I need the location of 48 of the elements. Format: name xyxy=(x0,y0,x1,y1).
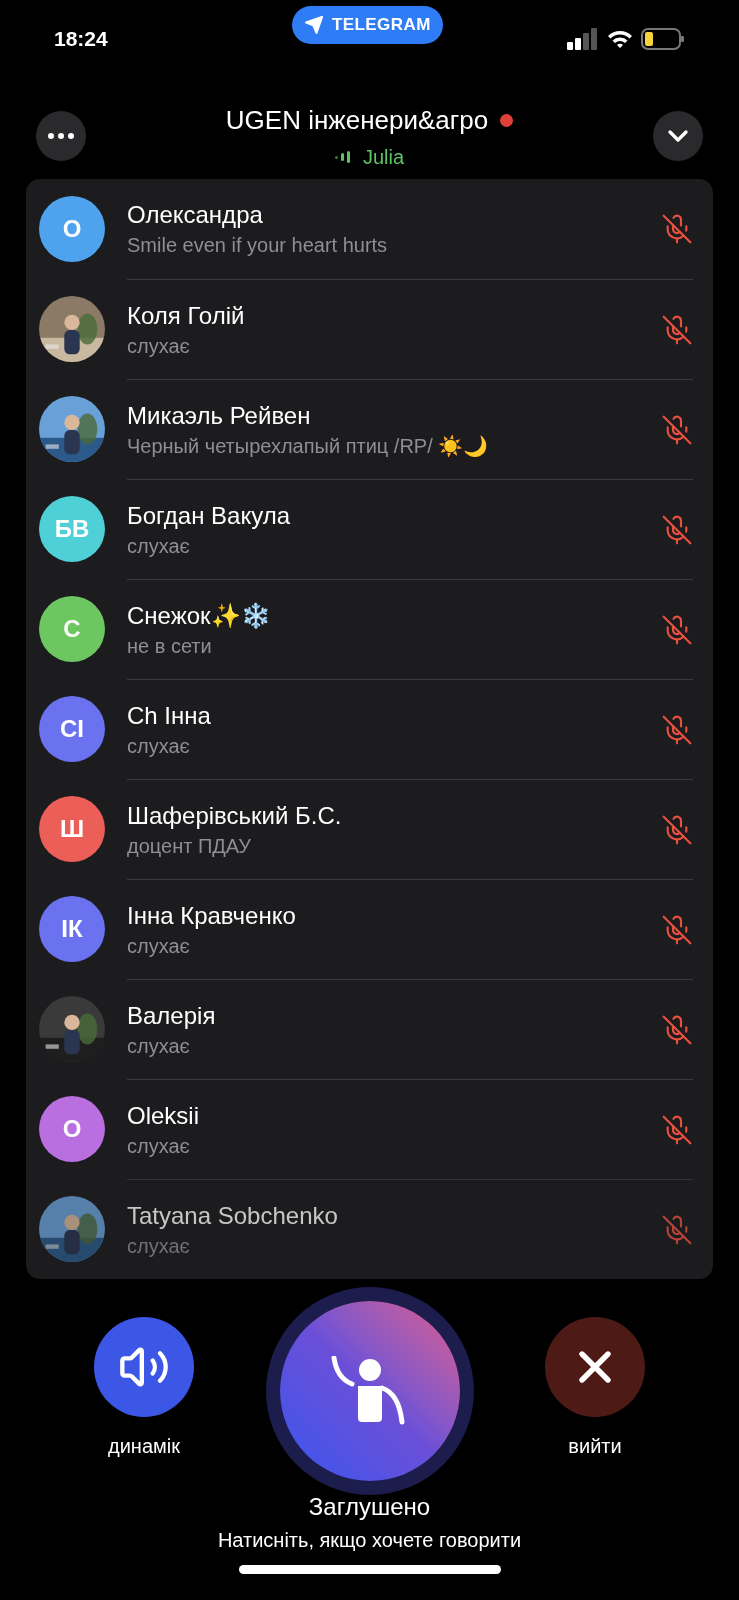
app-pill[interactable]: TELEGRAM xyxy=(291,6,443,44)
avatar: БВ xyxy=(39,496,105,562)
call-title: UGEN інженери&агро xyxy=(225,103,489,137)
avatar: CІ xyxy=(39,696,105,762)
avatar: Ш xyxy=(39,796,105,862)
participant-status: слухає xyxy=(127,333,191,359)
participant-name: Oleksii xyxy=(127,1100,199,1131)
participant-row[interactable]: О Олександра Smile even if your heart hurts xyxy=(26,179,713,279)
avatar: ІК xyxy=(39,896,105,962)
participant-name: Коля Голій xyxy=(127,300,245,331)
avatar: O xyxy=(39,1096,105,1162)
participant-row[interactable]: Tatyana Sobchenko слухає xyxy=(26,1179,713,1279)
participant-name: Інна Кравченко xyxy=(127,900,296,931)
participant-name: Снежок✨❄ xyxy=(127,600,271,631)
participant-row[interactable]: CІ Ch Інна слухає xyxy=(26,679,713,779)
mute-state: Заглушено xyxy=(308,1492,431,1522)
participant-status: слухає xyxy=(127,733,191,759)
participant-row[interactable]: БВ Богдан Вакула слухає xyxy=(26,479,713,579)
participant-row[interactable]: Коля Голій слухає xyxy=(26,279,713,379)
participant-row[interactable]: С Снежок✨❄ не в сети xyxy=(26,579,713,679)
speaker-label: динамік xyxy=(108,1434,180,1459)
participant-status: Черный четырехлапый птиц /RP/ ☀🌙 xyxy=(127,433,489,459)
participant-name: Tatyana Sobchenko xyxy=(127,1200,338,1231)
avatar: О xyxy=(39,196,105,262)
participant-status: слухає xyxy=(127,533,191,559)
participant-status: Smile even if your heart hurts xyxy=(127,233,388,258)
participant-row[interactable]: Валерія слухає xyxy=(26,979,713,1079)
avatar: С xyxy=(39,596,105,662)
clock: 18:24 xyxy=(54,26,108,53)
participant-row[interactable]: Ш Шаферівський Б.С. доцент ПДАУ xyxy=(26,779,713,879)
participant-status: слухає xyxy=(127,1133,191,1159)
participant-name: Олександра xyxy=(127,200,264,230)
leave-label: вийти xyxy=(568,1434,622,1459)
participant-name: Шаферівський Б.С. xyxy=(127,800,342,831)
participant-status: слухає xyxy=(127,933,191,959)
participant-status: доцент ПДАУ xyxy=(127,833,252,859)
participant-status: не в сети xyxy=(127,633,213,659)
participant-status: слухає xyxy=(127,1233,191,1259)
participant-row[interactable]: O Oleksii слухає xyxy=(26,1079,713,1179)
participant-status: слухає xyxy=(127,1033,191,1059)
mute-hint: Натисніть, якщо хочете говорити xyxy=(217,1528,522,1553)
participant-name: Богдан Вакула xyxy=(127,500,290,531)
participant-row[interactable]: Микаэль Рейвен Черный четырехлапый птиц /RP/ ☀🌙 xyxy=(26,379,713,479)
participant-name: Микаэль Рейвен xyxy=(127,400,312,431)
speaker-name: Julia xyxy=(362,144,405,170)
participant-name: Валерія xyxy=(127,1000,216,1031)
participant-name: Ch Інна xyxy=(127,700,211,731)
participant-row[interactable]: ІК Інна Кравченко слухає xyxy=(26,879,713,979)
